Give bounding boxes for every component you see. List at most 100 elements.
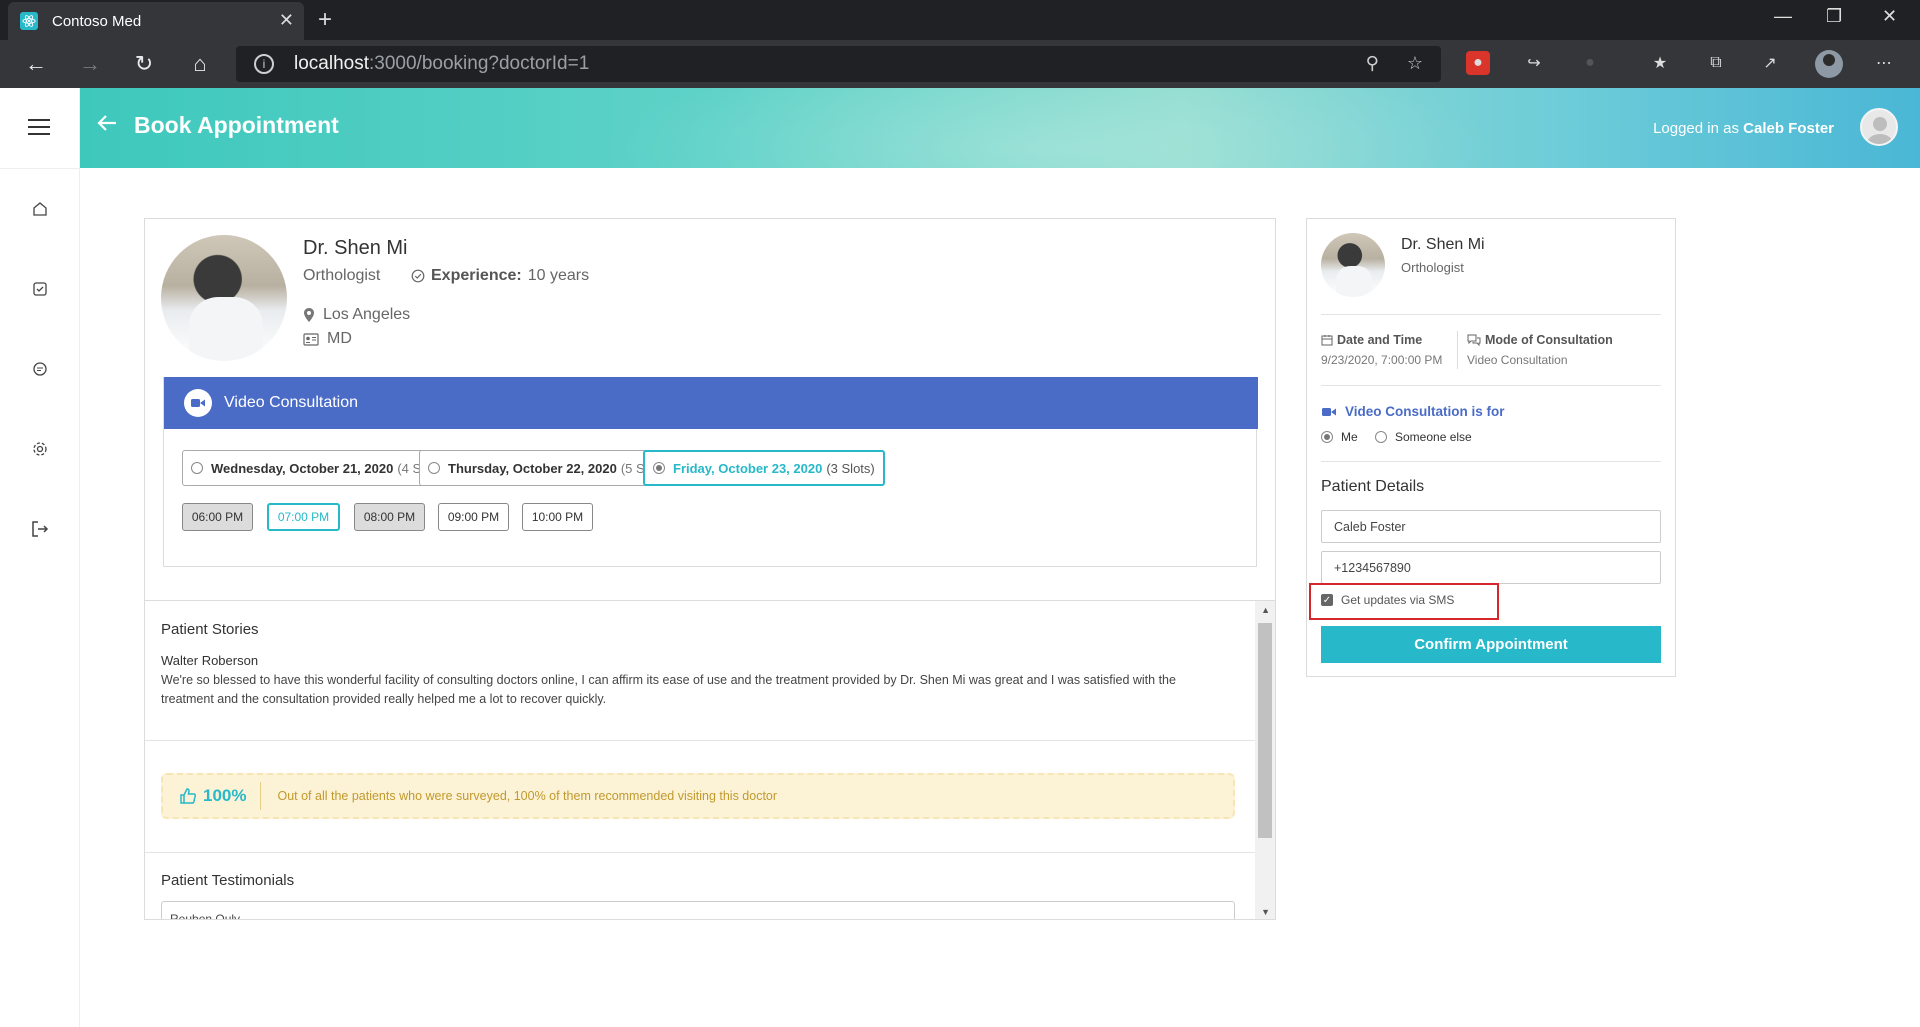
left-sidebar xyxy=(0,88,80,1027)
zoom-icon[interactable]: ⚲ xyxy=(1366,53,1379,74)
extension-icon[interactable]: ● xyxy=(1466,51,1490,75)
day-label: Friday, October 23, 2020 xyxy=(673,460,823,476)
back-arrow-icon[interactable] xyxy=(94,110,120,136)
location-pin-icon xyxy=(304,308,314,322)
day-radio[interactable] xyxy=(653,462,665,474)
date-time-value: 9/23/2020, 7:00:00 PM xyxy=(1321,353,1443,367)
hamburger-menu-icon[interactable] xyxy=(28,119,50,140)
consultation-for-text: Video Consultation is for xyxy=(1345,404,1505,419)
thumbs-up-icon xyxy=(180,788,197,804)
time-slot-1000pm[interactable]: 10:00 PM xyxy=(522,503,593,531)
doctor-name: Dr. Shen Mi xyxy=(303,237,408,259)
react-icon xyxy=(20,12,38,30)
logged-in-user: Caleb Foster xyxy=(1743,120,1834,137)
divider xyxy=(1321,385,1661,386)
time-slot-0700pm[interactable]: 07:00 PM xyxy=(267,503,340,531)
day-slots: (3 Slots) xyxy=(826,460,875,476)
tab-title: Contoso Med xyxy=(52,12,142,30)
restore-icon[interactable]: ❐ xyxy=(1826,6,1842,27)
user-avatar[interactable] xyxy=(1860,108,1898,146)
patient-stories-panel: Patient Stories Walter Roberson We're so… xyxy=(144,600,1276,920)
url-input[interactable]: i localhost:3000/booking?doctorId=1 ⚲ ☆ xyxy=(236,46,1441,82)
favorite-star-icon[interactable]: ☆ xyxy=(1407,53,1423,74)
doctor-card: Dr. Shen Mi Orthologist Experience: 10 y… xyxy=(144,218,1276,601)
appointments-nav-icon[interactable] xyxy=(30,279,50,299)
home-icon[interactable]: ⌂ xyxy=(186,50,214,78)
time-slot-0800pm: 08:00 PM xyxy=(354,503,425,531)
extension-arrow-icon[interactable]: ↪ xyxy=(1522,51,1546,75)
page-header: Book Appointment Logged in as Caleb Fost… xyxy=(80,88,1920,168)
tab-close-icon[interactable]: ✕ xyxy=(279,10,294,31)
settings-gear-icon[interactable] xyxy=(30,439,50,459)
mode-label: Mode of Consultation xyxy=(1467,333,1613,347)
scrollbar-thumb[interactable] xyxy=(1258,623,1272,838)
mode-value: Video Consultation xyxy=(1467,353,1568,367)
consultation-title: Video Consultation xyxy=(224,394,359,411)
consultation-panel: Video Consultation Wednesday, October 21… xyxy=(163,377,1258,567)
divider xyxy=(145,852,1255,853)
url-host: localhost xyxy=(294,53,369,74)
day-radio[interactable] xyxy=(191,462,203,474)
day-option-wednesday[interactable]: Wednesday, October 21, 2020 (4 Slots) xyxy=(182,450,455,486)
day-option-thursday[interactable]: Thursday, October 22, 2020 (5 Slots) xyxy=(419,450,679,486)
divider xyxy=(1321,461,1661,462)
check-circle-icon xyxy=(411,269,425,283)
share-icon[interactable]: ↗ xyxy=(1758,51,1782,75)
story-text: We're so blessed to have this wonderful … xyxy=(161,673,1176,706)
testimonials-title: Patient Testimonials xyxy=(161,872,295,889)
divider xyxy=(1321,314,1661,315)
experience-label: Experience: xyxy=(431,267,522,284)
testimonial-item: Reuben Ouly xyxy=(161,901,1235,919)
day-label: Wednesday, October 21, 2020 xyxy=(211,460,394,476)
logout-icon[interactable] xyxy=(30,519,50,539)
browser-tab[interactable]: Contoso Med ✕ xyxy=(8,2,304,40)
chat-bubbles-icon xyxy=(1467,334,1481,346)
logged-in-text: Logged in as Caleb Foster xyxy=(1653,120,1834,137)
highlight-box xyxy=(1309,583,1499,620)
location-text: Los Angeles xyxy=(323,306,411,323)
doctor-photo xyxy=(161,235,287,361)
collections-icon[interactable]: ⧉ xyxy=(1704,51,1728,75)
option-someone-else[interactable]: Someone else xyxy=(1375,430,1472,444)
time-slot-0900pm[interactable]: 09:00 PM xyxy=(438,503,509,531)
vertical-divider xyxy=(1457,331,1458,369)
extension-gray-icon[interactable]: ● xyxy=(1578,51,1602,75)
browser-profile-avatar[interactable] xyxy=(1815,50,1843,78)
back-icon[interactable]: ← xyxy=(22,50,50,78)
consultation-header: Video Consultation xyxy=(164,377,1258,429)
recommend-percent-value: 100% xyxy=(203,786,247,805)
doctor-location: Los Angeles xyxy=(303,306,410,324)
option-me[interactable]: Me xyxy=(1321,430,1358,444)
patient-name-field[interactable]: Caleb Foster xyxy=(1321,510,1661,543)
doctor-specialty: Orthologist xyxy=(303,267,381,284)
recommendation-banner: 100% Out of all the patients who were su… xyxy=(161,773,1235,819)
consultation-for-label: Video Consultation is for xyxy=(1321,404,1505,419)
favorites-icon[interactable]: ★ xyxy=(1648,51,1672,75)
logged-in-prefix: Logged in as xyxy=(1653,120,1744,137)
home-nav-icon[interactable] xyxy=(30,199,50,219)
scroll-up-icon[interactable]: ▲ xyxy=(1261,605,1270,615)
radio-me[interactable] xyxy=(1321,431,1333,443)
window-close-icon[interactable]: ✕ xyxy=(1882,6,1897,27)
recommend-percent: 100% xyxy=(179,782,262,810)
doctor-experience: Experience: 10 years xyxy=(411,267,589,285)
radio-someone-else[interactable] xyxy=(1375,431,1387,443)
refresh-icon[interactable]: ↻ xyxy=(130,50,158,78)
confirm-appointment-button[interactable]: Confirm Appointment xyxy=(1321,626,1661,663)
scroll-down-icon[interactable]: ▼ xyxy=(1261,907,1270,917)
day-option-friday[interactable]: Friday, October 23, 2020 (3 Slots) xyxy=(643,450,885,486)
time-slot-0600pm: 06:00 PM xyxy=(182,503,253,531)
more-icon[interactable]: ⋯ xyxy=(1872,51,1896,75)
recommend-text: Out of all the patients who were surveye… xyxy=(277,789,778,803)
divider xyxy=(145,740,1255,741)
calendar-icon xyxy=(1321,335,1333,346)
patient-phone-field[interactable]: +1234567890 xyxy=(1321,551,1661,584)
minimize-icon[interactable]: — xyxy=(1774,6,1792,27)
experience-value: 10 years xyxy=(527,267,590,284)
stories-scrollbar[interactable]: ▲ ▼ xyxy=(1255,601,1275,919)
day-radio[interactable] xyxy=(428,462,440,474)
chat-nav-icon[interactable] xyxy=(30,359,50,379)
forward-icon: → xyxy=(79,51,101,76)
info-icon[interactable]: i xyxy=(254,54,274,74)
new-tab-button[interactable]: + xyxy=(318,6,332,34)
